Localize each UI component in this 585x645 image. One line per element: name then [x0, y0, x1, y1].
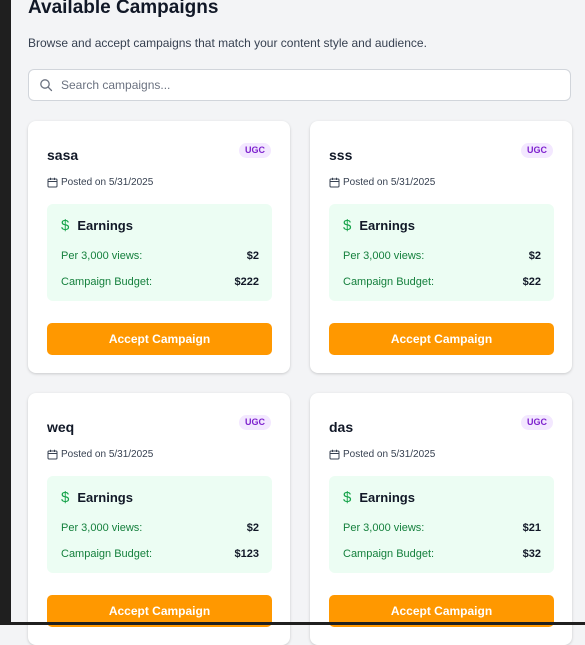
- budget-value: $222: [234, 276, 259, 288]
- accept-campaign-button[interactable]: Accept Campaign: [47, 323, 272, 355]
- posted-date-text: Posted on 5/31/2025: [343, 177, 436, 188]
- budget-label: Campaign Budget:: [343, 548, 435, 560]
- campaign-type-badge: UGC: [239, 415, 271, 430]
- views-rate-row: Per 3,000 views: $21: [343, 522, 541, 534]
- campaign-type-badge: UGC: [521, 143, 553, 158]
- views-rate-value: $2: [246, 250, 259, 262]
- posted-date: Posted on 5/31/2025: [47, 449, 153, 460]
- views-rate-value: $2: [528, 250, 541, 262]
- budget-row: Campaign Budget: $22: [343, 276, 541, 288]
- earnings-title: Earnings: [77, 490, 133, 505]
- calendar-icon: [329, 177, 340, 188]
- earnings-title: Earnings: [359, 218, 415, 233]
- campaign-name: weq: [47, 419, 75, 435]
- views-rate-row: Per 3,000 views: $2: [61, 522, 259, 534]
- posted-date: Posted on 5/31/2025: [329, 177, 435, 188]
- campaign-type-badge: UGC: [239, 143, 271, 158]
- earnings-header: $ Earnings: [61, 489, 133, 506]
- earnings-header: $ Earnings: [343, 489, 415, 506]
- earnings-panel: $ Earnings Per 3,000 views: $2 Campaign …: [47, 476, 272, 573]
- campaign-name: sss: [329, 147, 353, 163]
- calendar-icon: [47, 177, 58, 188]
- views-rate-row: Per 3,000 views: $2: [343, 250, 541, 262]
- search-box[interactable]: [28, 69, 571, 101]
- budget-value: $32: [522, 548, 541, 560]
- earnings-header: $ Earnings: [343, 217, 415, 234]
- page-title: Available Campaigns: [28, 0, 219, 18]
- campaign-card: sss UGC Posted on 5/31/2025 $ Earnings P…: [310, 121, 572, 373]
- accept-campaign-button[interactable]: Accept Campaign: [329, 323, 554, 355]
- dollar-icon: $: [61, 489, 70, 506]
- posted-date: Posted on 5/31/2025: [47, 177, 153, 188]
- views-rate-value: $2: [246, 522, 259, 534]
- budget-row: Campaign Budget: $123: [61, 548, 259, 560]
- window-left-edge: [0, 0, 11, 625]
- budget-value: $123: [234, 548, 259, 560]
- budget-label: Campaign Budget:: [61, 548, 153, 560]
- campaign-card: sasa UGC Posted on 5/31/2025 $ Earnings …: [28, 121, 290, 373]
- earnings-title: Earnings: [359, 490, 415, 505]
- views-rate-value: $21: [522, 522, 541, 534]
- dollar-icon: $: [343, 489, 352, 506]
- campaign-card: das UGC Posted on 5/31/2025 $ Earnings P…: [310, 393, 572, 645]
- campaign-type-badge: UGC: [521, 415, 553, 430]
- views-rate-row: Per 3,000 views: $2: [61, 250, 259, 262]
- earnings-panel: $ Earnings Per 3,000 views: $21 Campaign…: [329, 476, 554, 573]
- views-rate-label: Per 3,000 views:: [343, 522, 425, 534]
- posted-date: Posted on 5/31/2025: [329, 449, 435, 460]
- earnings-header: $ Earnings: [61, 217, 133, 234]
- calendar-icon: [47, 449, 58, 460]
- budget-value: $22: [522, 276, 541, 288]
- campaign-name: das: [329, 419, 354, 435]
- dollar-icon: $: [343, 217, 352, 234]
- views-rate-label: Per 3,000 views:: [61, 250, 143, 262]
- posted-date-text: Posted on 5/31/2025: [61, 177, 154, 188]
- campaign-card: weq UGC Posted on 5/31/2025 $ Earnings P…: [28, 393, 290, 645]
- budget-label: Campaign Budget:: [61, 276, 153, 288]
- posted-date-text: Posted on 5/31/2025: [61, 449, 154, 460]
- views-rate-label: Per 3,000 views:: [343, 250, 425, 262]
- budget-row: Campaign Budget: $222: [61, 276, 259, 288]
- earnings-panel: $ Earnings Per 3,000 views: $2 Campaign …: [47, 204, 272, 301]
- page-subtitle: Browse and accept campaigns that match y…: [28, 36, 427, 50]
- posted-date-text: Posted on 5/31/2025: [343, 449, 436, 460]
- dollar-icon: $: [61, 217, 70, 234]
- views-rate-label: Per 3,000 views:: [61, 522, 143, 534]
- calendar-icon: [329, 449, 340, 460]
- budget-label: Campaign Budget:: [343, 276, 435, 288]
- earnings-title: Earnings: [77, 218, 133, 233]
- campaign-name: sasa: [47, 147, 79, 163]
- earnings-panel: $ Earnings Per 3,000 views: $2 Campaign …: [329, 204, 554, 301]
- budget-row: Campaign Budget: $32: [343, 548, 541, 560]
- search-icon: [39, 78, 53, 92]
- search-input[interactable]: [59, 77, 543, 93]
